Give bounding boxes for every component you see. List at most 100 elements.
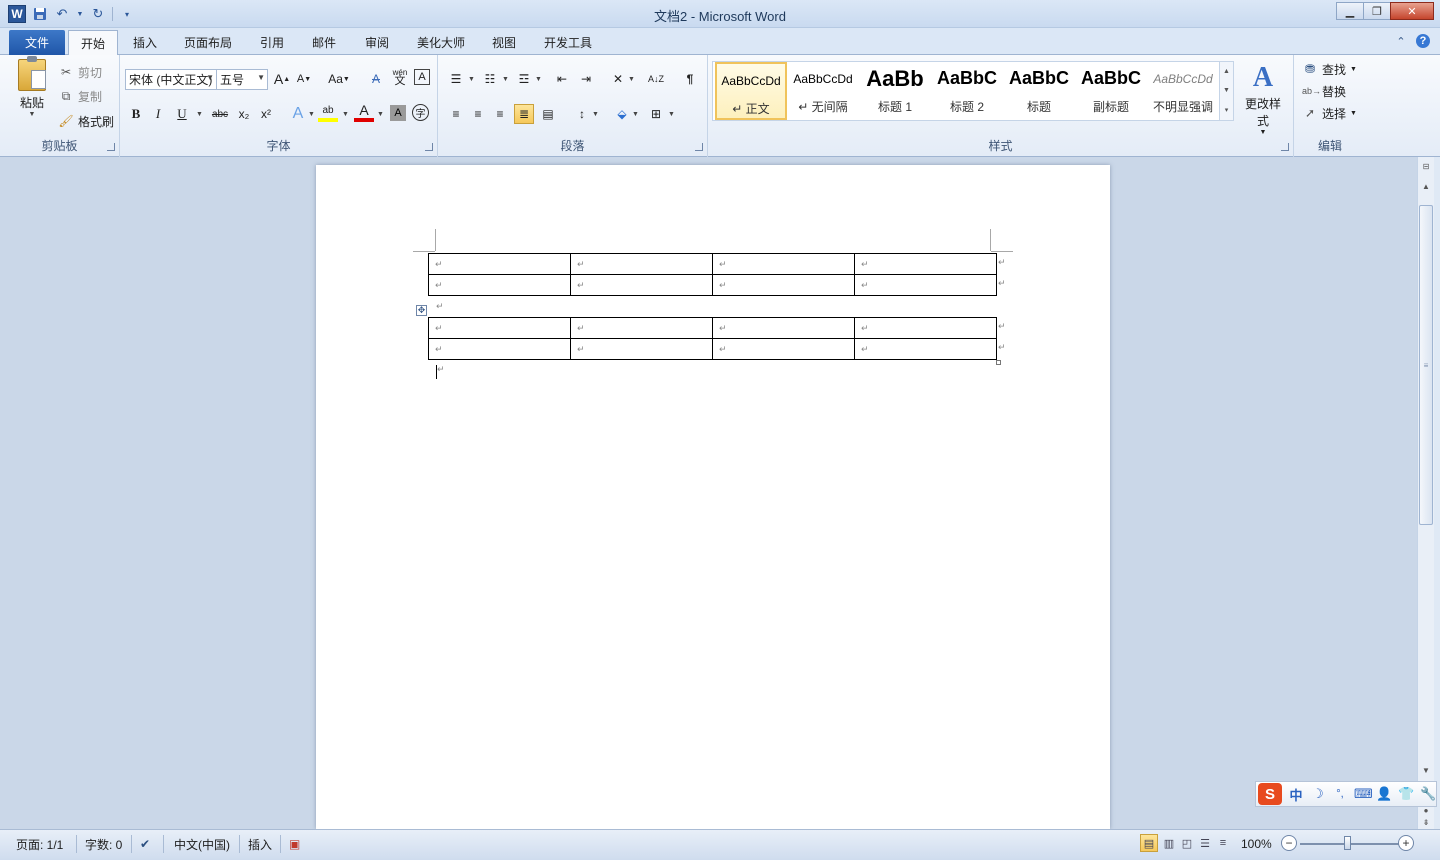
punctuation-icon[interactable]: °, [1332, 788, 1348, 800]
user-icon[interactable]: 👤 [1376, 786, 1392, 802]
grow-font-button[interactable]: A ▲ [272, 69, 292, 89]
minimize-ribbon-icon[interactable]: ⌃ [1394, 34, 1408, 48]
web-layout-view-icon[interactable]: ◰ [1178, 834, 1196, 852]
table-1[interactable]: ↵ ↵ ↵ ↵ ↵ ↵ ↵ ↵ [428, 253, 997, 296]
numbering-dropdown-icon[interactable]: ▼ [502, 76, 509, 83]
character-border-button[interactable]: A [414, 69, 430, 85]
tab-references[interactable]: 引用 [248, 30, 296, 55]
paste-button[interactable]: 粘贴 ▼ [14, 56, 50, 118]
find-button[interactable]: ⛃ 查找 ▼ [1302, 59, 1357, 79]
sort-icon[interactable]: A↓Z [646, 69, 666, 89]
table-cell[interactable]: ↵ [712, 274, 855, 296]
keyboard-icon[interactable]: ⌨ [1354, 786, 1373, 802]
borders-dropdown-icon[interactable]: ▼ [668, 111, 675, 118]
font-name-combo[interactable]: 宋体 (中文正文) ▼ [125, 69, 217, 90]
multilevel-list-icon[interactable]: ☲ [514, 69, 534, 89]
scroll-down-icon[interactable]: ▼ [1418, 763, 1434, 777]
zoom-slider-thumb[interactable] [1344, 836, 1351, 850]
style-subtitle[interactable]: AaBbC 副标题 [1075, 62, 1147, 120]
highlight-button[interactable]: ab [318, 102, 338, 122]
font-name-dropdown-icon[interactable]: ▼ [206, 73, 214, 82]
help-icon[interactable]: ? [1416, 34, 1430, 48]
zoom-in-button[interactable]: + [1398, 835, 1414, 851]
table-cell[interactable]: ↵ [570, 317, 713, 339]
replace-button[interactable]: ab→ 替换 [1302, 81, 1346, 101]
format-painter-button[interactable]: 🖌 格式刷 [58, 111, 114, 131]
tab-developer[interactable]: 开发工具 [532, 30, 604, 55]
chinese-layout-icon[interactable]: ✕ [608, 69, 628, 89]
superscript-button[interactable]: x² [256, 104, 276, 124]
underline-button[interactable]: U [172, 104, 192, 124]
style-no-spacing[interactable]: AaBbCcDd ↵ 无间隔 [787, 62, 859, 120]
italic-button[interactable]: I [148, 104, 168, 124]
change-styles-button[interactable]: A 更改样式 ▼ [1240, 61, 1286, 136]
style-heading-1[interactable]: AaBb 标题 1 [859, 62, 931, 120]
table-2[interactable]: ↵ ↵ ↵ ↵ ↵ ↵ ↵ ↵ [428, 317, 997, 360]
change-case-button[interactable]: Aa ▼ [326, 69, 352, 89]
shrink-font-button[interactable]: A ▼ [294, 69, 314, 89]
document-page[interactable]: ↵ ↵ ↵ ↵ ↵ ↵ ↵ ↵ ↵ ↵ ↵ ✥ ↵ ↵ ↵ ↵ ↵ ↵ ↵ ↵ … [316, 165, 1110, 829]
tab-page-layout[interactable]: 页面布局 [172, 30, 244, 55]
skin-icon[interactable]: 👕 [1398, 786, 1414, 802]
tab-beautify-master[interactable]: 美化大师 [405, 30, 477, 55]
cut-button[interactable]: ✂ 剪切 [58, 62, 102, 82]
justify-icon[interactable]: ≣ [514, 104, 534, 124]
macro-record-icon[interactable]: ▣ [289, 835, 300, 853]
table-resize-handle[interactable] [996, 360, 1001, 365]
insert-mode-indicator[interactable]: 插入 [248, 835, 272, 853]
outline-view-icon[interactable]: ☰ [1196, 834, 1214, 852]
full-screen-reading-view-icon[interactable]: ▥ [1160, 834, 1178, 852]
bold-button[interactable]: B [126, 104, 146, 124]
ime-mode-toggle[interactable]: 中 [1288, 785, 1304, 804]
zoom-level[interactable]: 100% [1241, 835, 1272, 853]
table-cell[interactable]: ↵ [712, 317, 855, 339]
bullets-dropdown-icon[interactable]: ▼ [468, 76, 475, 83]
tab-review[interactable]: 审阅 [353, 30, 401, 55]
shading-icon[interactable]: ⬙ [612, 104, 632, 124]
align-center-icon[interactable]: ≡ [468, 104, 488, 124]
table-cell[interactable]: ↵ [854, 338, 997, 360]
decrease-indent-icon[interactable]: ⇤ [552, 69, 572, 89]
styles-more-icon[interactable]: ▾ [1225, 106, 1229, 114]
table-cell[interactable]: ↵ [428, 338, 571, 360]
table-cell[interactable]: ↵ [570, 274, 713, 296]
restore-button[interactable]: ❐ [1363, 2, 1391, 20]
numbering-icon[interactable]: ☷ [480, 69, 500, 89]
paste-dropdown-icon[interactable]: ▼ [14, 111, 50, 118]
vertical-scrollbar[interactable]: ⊟ ▲ ≡ ▼ ⇞ ● ⇟ [1417, 157, 1434, 829]
scroll-thumb[interactable]: ≡ [1419, 205, 1433, 525]
paragraph-dialog-launcher-icon[interactable] [695, 143, 703, 151]
tab-insert[interactable]: 插入 [121, 30, 169, 55]
font-size-combo[interactable]: 五号 ▼ [216, 69, 268, 90]
character-shading-button[interactable]: A [390, 105, 406, 121]
phonetic-guide-button[interactable]: wén 文 [390, 67, 410, 87]
increase-indent-icon[interactable]: ⇥ [576, 69, 596, 89]
zoom-out-button[interactable]: − [1281, 835, 1297, 851]
enclose-characters-button[interactable]: 字 [412, 104, 429, 121]
table-cell[interactable]: ↵ [570, 338, 713, 360]
highlight-dropdown-icon[interactable]: ▼ [342, 111, 349, 118]
underline-dropdown-icon[interactable]: ▼ [196, 111, 203, 118]
proofing-icon[interactable]: ✔ [140, 835, 150, 853]
style-normal[interactable]: AaBbCcDd ↵ 正文 [715, 62, 787, 120]
subscript-button[interactable]: x₂ [234, 104, 254, 124]
shading-dropdown-icon[interactable]: ▼ [632, 111, 639, 118]
chinese-layout-dropdown-icon[interactable]: ▼ [628, 76, 635, 83]
style-title[interactable]: AaBbC 标题 [1003, 62, 1075, 120]
word-count[interactable]: 字数: 0 [85, 835, 122, 853]
draft-view-icon[interactable]: ≡ [1214, 834, 1232, 852]
font-color-button[interactable]: A [354, 102, 374, 122]
page-count[interactable]: 页面: 1/1 [16, 835, 63, 853]
ruler-toggle-icon[interactable]: ⊟ [1418, 159, 1434, 173]
select-button[interactable]: ➚ 选择 ▼ [1302, 103, 1357, 123]
bullets-icon[interactable]: ☰ [446, 69, 466, 89]
show-formatting-marks-icon[interactable]: ¶ [680, 69, 700, 89]
strikethrough-button[interactable]: abc [208, 104, 232, 124]
table-cell[interactable]: ↵ [712, 253, 855, 275]
font-size-dropdown-icon[interactable]: ▼ [257, 73, 265, 82]
text-effects-button[interactable]: A [288, 104, 308, 124]
align-left-icon[interactable]: ≡ [446, 104, 466, 124]
table-cell[interactable]: ↵ [854, 253, 997, 275]
styles-scroll-up-icon[interactable]: ▲ [1223, 68, 1230, 75]
styles-dialog-launcher-icon[interactable] [1281, 143, 1289, 151]
